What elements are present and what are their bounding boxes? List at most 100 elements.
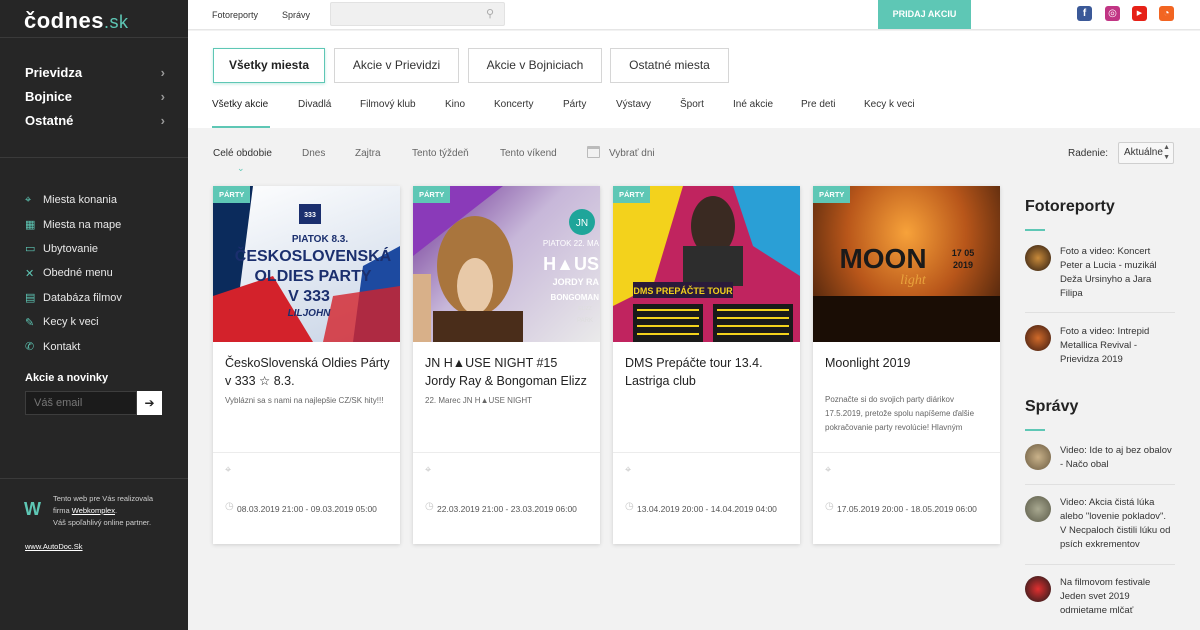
menu-label: Databáza filmov (43, 291, 122, 304)
rss-icon[interactable]: ◔ (1159, 6, 1174, 21)
svg-text:light: light (900, 273, 927, 288)
event-card[interactable]: 333 PIATOK 8.3. ČESKOSLOVENSKÁ OLDIES PA… (213, 186, 400, 544)
sort-select[interactable]: Aktuálne ▲ ▼ (1118, 142, 1174, 164)
news-thumbnail (1025, 576, 1051, 602)
news-title[interactable]: Na filmovom festivale Jeden svet 2019 od… (1060, 576, 1175, 618)
location-pin-icon: ⌖ (825, 464, 832, 476)
svg-text:ČESKOSLOVENSKÁ: ČESKOSLOVENSKÁ (235, 246, 392, 265)
tab-vsetky-miesta[interactable]: Všetky miesta (213, 48, 325, 83)
filter-vybrat-dni[interactable]: Vybrať dni (609, 148, 655, 159)
autodoc-link[interactable]: www.AutoDoc.Sk (25, 542, 83, 551)
add-event-button[interactable]: PRIDAJ AKCIU (878, 0, 971, 29)
news-item[interactable]: Na filmovom festivale Jeden svet 2019 od… (1025, 576, 1175, 618)
fotoreport-title[interactable]: Foto a video: Koncert Peter a Lucia - mu… (1060, 245, 1175, 301)
category-kecy-k-veci[interactable]: Kecy k veci (864, 99, 915, 110)
credit-text: Váš spoľahlivý online partner. (53, 518, 152, 527)
svg-text:OLDIES PARTY: OLDIES PARTY (254, 268, 371, 285)
category-sport[interactable]: Šport (680, 99, 704, 110)
category-badge: PÁRTY (613, 186, 651, 203)
youtube-icon[interactable]: ▶ (1132, 6, 1147, 21)
divider (613, 452, 800, 453)
menu-item-miesta-konania[interactable]: ⌖ Miesta konania (25, 188, 122, 212)
fotoreport-item[interactable]: Foto a video: Intrepid Metallica Revival… (1025, 325, 1175, 367)
divider (1025, 564, 1175, 565)
arrow-right-icon: ➔ (144, 396, 155, 410)
sort-value: Aktuálne (1124, 147, 1163, 158)
category-koncerty[interactable]: Koncerty (494, 99, 533, 110)
moonlight-poster: MOON light 17 05 2019 (813, 243, 1000, 342)
category-pre-deti[interactable]: Pre deti (801, 99, 835, 110)
city-item-ostatne[interactable]: Ostatné › (25, 108, 165, 132)
event-image: 333 PIATOK 8.3. ČESKOSLOVENSKÁ OLDIES PA… (213, 186, 400, 342)
menu-item-ubytovanie[interactable]: ▭ Ubytovanie (25, 237, 122, 261)
event-image: DMS PREPÁČTE TOUR (613, 186, 800, 342)
event-date: 17.05.2019 20:00 - 18.05.2019 06:00 (837, 504, 977, 514)
svg-text:BONGOMAN: BONGOMAN (551, 293, 600, 302)
svg-text:PIATOK 8.3.: PIATOK 8.3. (292, 234, 349, 245)
category-filmovy-klub[interactable]: Filmový klub (360, 99, 416, 110)
event-title[interactable]: Moonlight 2019 (825, 354, 991, 372)
menu-item-kontakt[interactable]: ✆ Kontakt (25, 334, 122, 358)
news-title[interactable]: Video: Ide to aj bez obalov - Načo obal (1060, 444, 1175, 472)
clock-icon: ◷ (425, 501, 434, 512)
category-party[interactable]: Párty (563, 99, 586, 110)
menu-label: Kontakt (43, 340, 81, 353)
instagram-icon[interactable]: ◎ (1105, 6, 1120, 21)
webkomplex-logo: W (24, 499, 41, 519)
credit-text: Tento web pre Vás realizovala (53, 494, 154, 503)
event-title[interactable]: ČeskoSlovenská Oldies Párty v 333 ☆ 8.3. (225, 354, 391, 390)
location-pin-icon: ⌖ (225, 464, 232, 476)
filter-cele-obdobie[interactable]: Celé obdobie (213, 148, 272, 159)
fotoreport-title[interactable]: Foto a video: Intrepid Metallica Revival… (1060, 325, 1175, 367)
newsletter-submit-button[interactable]: ➔ (137, 391, 162, 415)
search-input[interactable]: ⚲ (330, 2, 505, 26)
bed-icon: ▭ (25, 243, 36, 256)
filter-tento-tyzden[interactable]: Tento týždeň (412, 148, 469, 159)
event-description: Vyblázni sa s nami na najlepšie CZ/SK hi… (225, 396, 384, 405)
menu-item-kecy-k-veci[interactable]: ✎ Kecy k veci (25, 310, 122, 334)
menu-item-obedne-menu[interactable]: ✕ Obedné menu (25, 261, 122, 285)
sidebar: čodnes.sk Prievidza › Bojnice › Ostatné › ⌖… (0, 0, 188, 630)
divider (0, 157, 188, 158)
news-item[interactable]: Video: Akcia čistá lúka alebo "lovenie p… (1025, 496, 1175, 552)
event-title[interactable]: JN H▲USE NIGHT #15 Jordy Ray & Bongoman … (425, 354, 591, 390)
divider (1025, 312, 1175, 313)
event-date: 13.04.2019 20:00 - 14.04.2019 04:00 (637, 504, 777, 514)
event-card[interactable]: MOON light 17 05 2019 PÁRTY Moonlight 20… (813, 186, 1000, 544)
clock-icon: ◷ (625, 501, 634, 512)
fotoreport-thumbnail (1025, 245, 1051, 271)
tab-akcie-v-bojniciach[interactable]: Akcie v Bojniciach (468, 48, 602, 83)
menu-label: Miesta konania (43, 194, 117, 207)
event-card[interactable]: DMS PREPÁČTE TOUR PÁRTY DMS Prepáčte tou… (613, 186, 800, 544)
menu-item-databaza-filmov[interactable]: ▤ Databáza filmov (25, 286, 122, 310)
filter-zajtra[interactable]: Zajtra (355, 148, 381, 159)
tab-ostatne-miesta[interactable]: Ostatné miesta (610, 48, 729, 83)
calendar-icon[interactable] (587, 146, 600, 158)
city-item-prievidza[interactable]: Prievidza › (25, 60, 165, 84)
filter-dnes[interactable]: Dnes (302, 148, 325, 159)
chevron-right-icon: › (160, 112, 165, 128)
webkomplex-link[interactable]: Webkomplex (72, 506, 115, 515)
email-field[interactable] (25, 391, 137, 415)
category-kino[interactable]: Kino (445, 99, 465, 110)
category-vystavy[interactable]: Výstavy (616, 99, 651, 110)
tab-akcie-v-prievidzi[interactable]: Akcie v Prievidzi (334, 48, 459, 83)
fotoreport-item[interactable]: Foto a video: Koncert Peter a Lucia - mu… (1025, 245, 1175, 301)
news-title[interactable]: Video: Akcia čistá lúka alebo "lovenie p… (1060, 496, 1175, 552)
site-logo[interactable]: čodnes.sk (24, 8, 129, 34)
event-card[interactable]: JN PIATOK 22. MA H▲US JORDY RA BONGOMAN … (413, 186, 600, 544)
city-label: Prievidza (25, 64, 83, 80)
filter-tento-vikend[interactable]: Tento víkend (500, 148, 557, 159)
city-item-bojnice[interactable]: Bojnice › (25, 84, 165, 108)
category-ine-akcie[interactable]: Iné akcie (733, 99, 773, 110)
divider (813, 452, 1000, 453)
menu-item-miesta-na-mape[interactable]: ▦ Miesta na mape (25, 212, 122, 236)
category-vsetky-akcie[interactable]: Všetky akcie (212, 99, 268, 110)
event-title[interactable]: DMS Prepáčte tour 13.4. Lastriga club (625, 354, 791, 390)
facebook-icon[interactable]: f (1077, 6, 1092, 21)
nav-link-spravy[interactable]: Správy (282, 10, 310, 20)
phone-icon: ✆ (25, 341, 35, 354)
news-item[interactable]: Video: Ide to aj bez obalov - Načo obal (1025, 444, 1175, 472)
category-divadla[interactable]: Divadlá (298, 99, 331, 110)
nav-link-fotoreporty[interactable]: Fotoreporty (212, 10, 258, 20)
